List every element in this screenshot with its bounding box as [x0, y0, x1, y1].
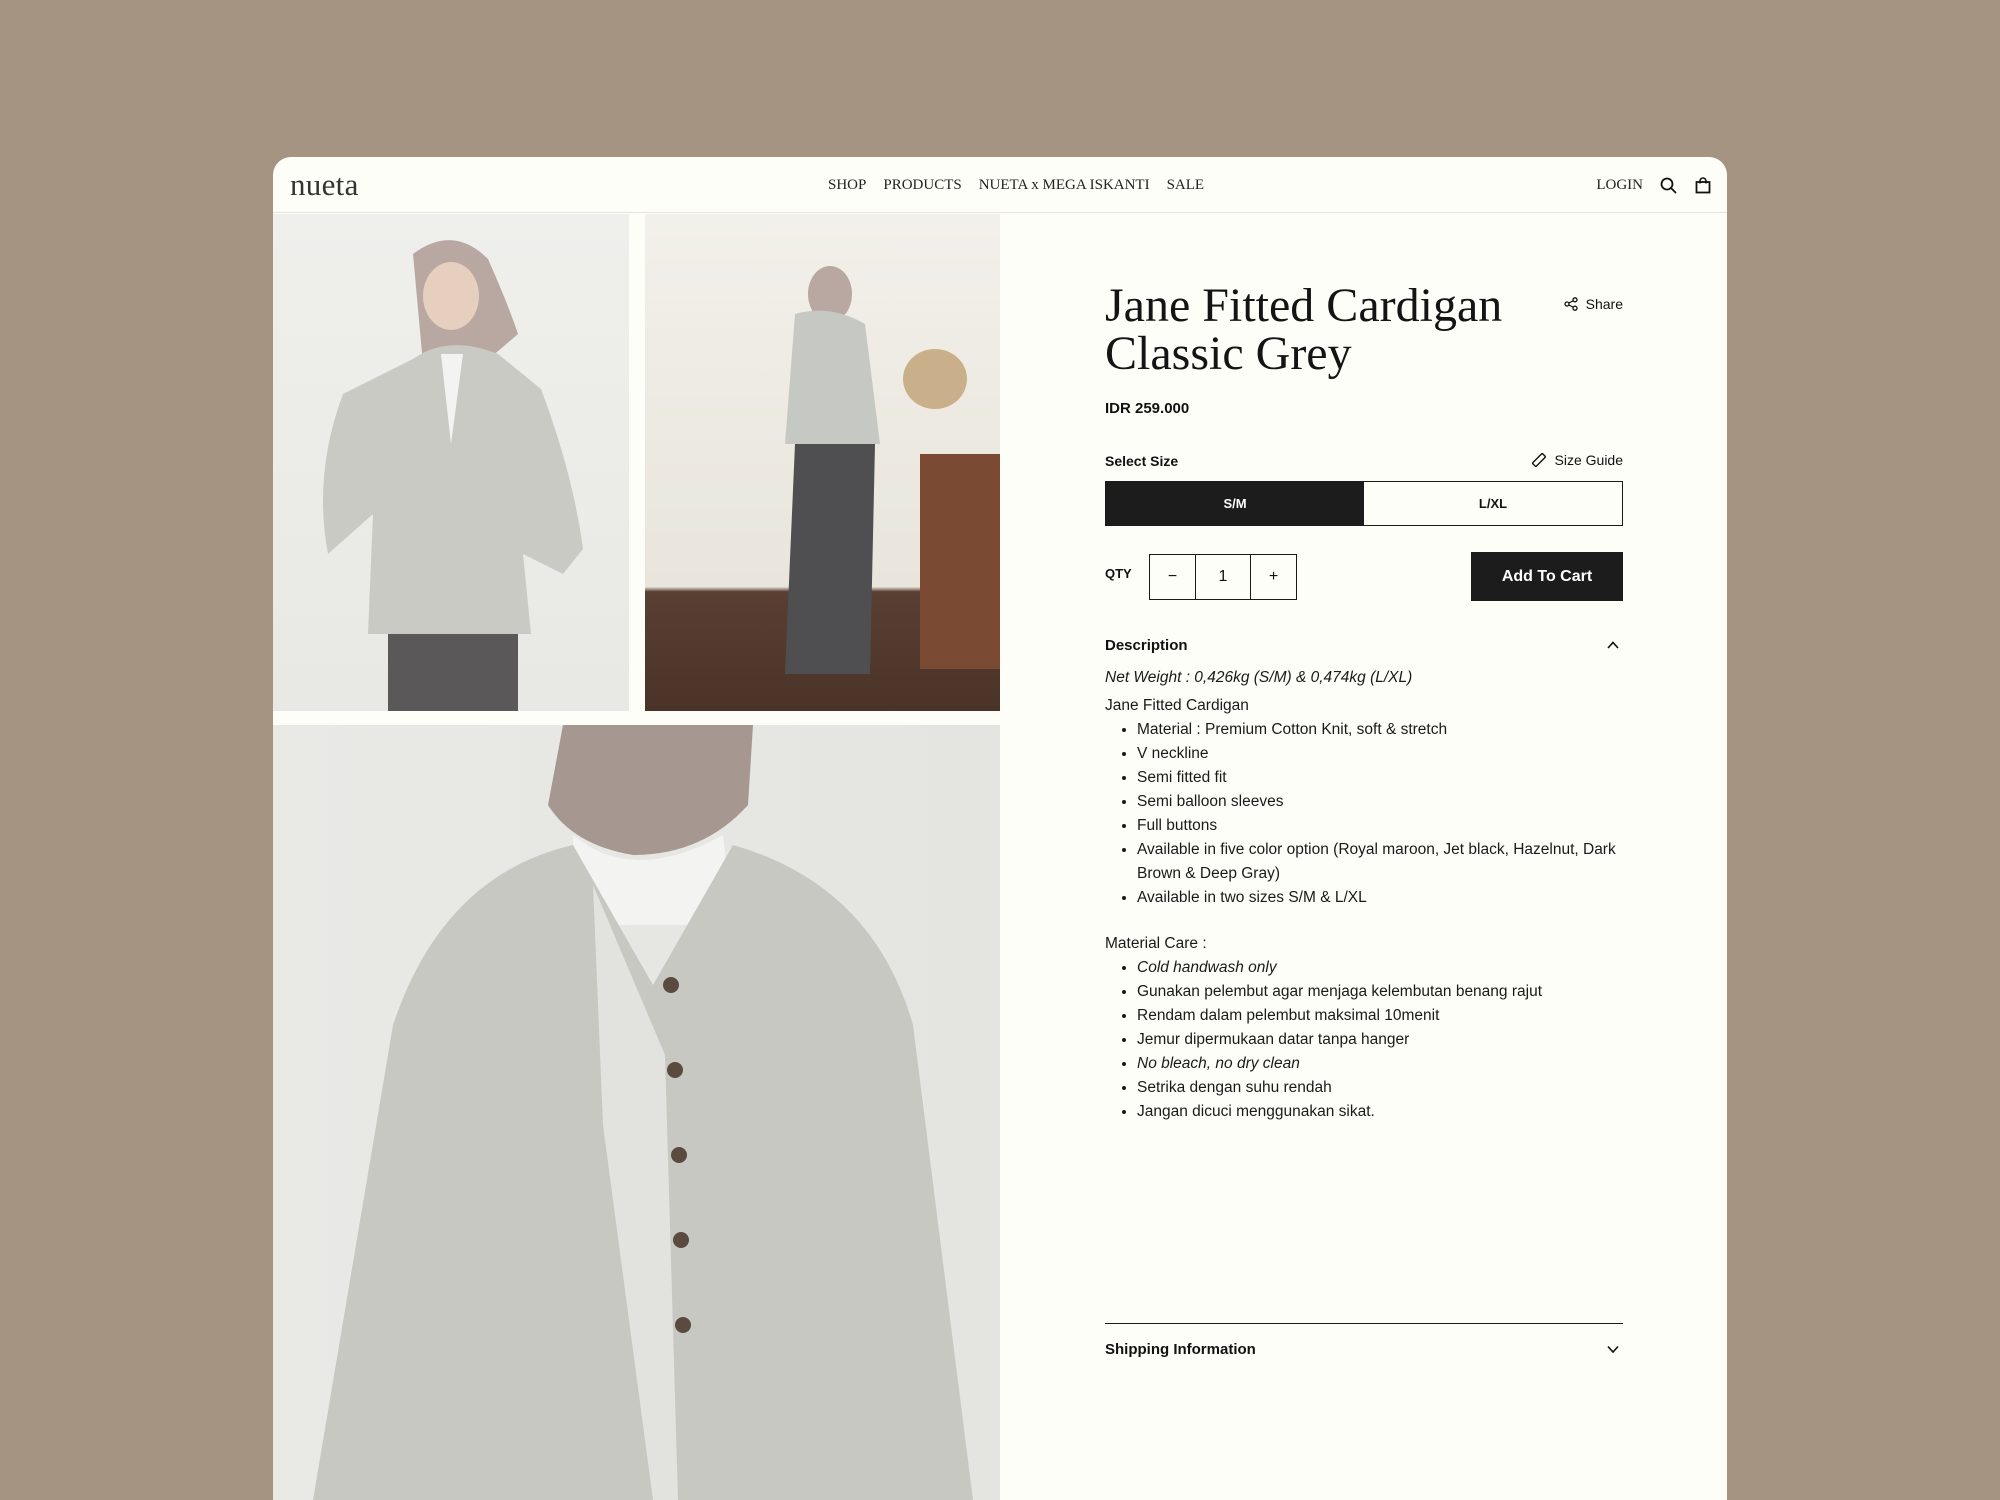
size-option-lxl[interactable]: L/XL — [1364, 482, 1622, 525]
description-heading: Description — [1105, 636, 1188, 654]
material-care-heading: Material Care : — [1105, 935, 1207, 952]
size-option-sm[interactable]: S/M — [1106, 482, 1364, 525]
list-item: Semi fitted fit — [1137, 766, 1623, 790]
login-link[interactable]: LOGIN — [1596, 177, 1643, 194]
qty-label: QTY — [1105, 566, 1132, 581]
net-weight: Net Weight : 0,426kg (S/M) & 0,474kg (L/… — [1105, 669, 1413, 686]
product-photo-fullbody[interactable] — [645, 214, 1000, 711]
product-name-text: Jane Fitted Cardigan — [1105, 697, 1249, 714]
list-item: Setrika dengan suhu rendah — [1137, 1076, 1623, 1100]
qty-decrease-button[interactable]: − — [1150, 555, 1195, 599]
list-item: Semi balloon sleeves — [1137, 790, 1623, 814]
nav-item-products[interactable]: PRODUCTS — [883, 177, 961, 194]
shipping-accordion-header[interactable]: Shipping Information — [1105, 1339, 1623, 1359]
list-item: Material : Premium Cotton Knit, soft & s… — [1137, 718, 1623, 742]
list-item: Available in five color option (Royal ma… — [1137, 838, 1623, 886]
qty-value-field[interactable]: 1 — [1195, 555, 1251, 599]
select-size-label: Select Size — [1105, 453, 1179, 469]
share-button[interactable]: Share — [1561, 294, 1623, 314]
main-nav: SHOP PRODUCTS NUETA x MEGA ISKANTI SALE — [828, 177, 1204, 194]
list-item: Jangan dicuci menggunakan sikat. — [1137, 1100, 1623, 1124]
size-guide-label: Size Guide — [1554, 452, 1623, 468]
product-title: Jane Fitted Cardigan Classic Grey — [1105, 279, 1503, 380]
product-gallery — [273, 214, 1000, 1500]
shipping-heading: Shipping Information — [1105, 1340, 1256, 1358]
ruler-icon — [1529, 450, 1549, 470]
description-accordion-header[interactable]: Description — [1105, 635, 1623, 655]
list-item: Full buttons — [1137, 814, 1623, 838]
list-item: Rendam dalam pelembut maksimal 10menit — [1137, 1004, 1623, 1028]
qty-increase-button[interactable]: + — [1251, 555, 1296, 599]
list-item: V neckline — [1137, 742, 1623, 766]
care-list: Cold handwash only Gunakan pelembut agar… — [1105, 956, 1623, 1124]
product-photo-closeup[interactable] — [273, 725, 1000, 1500]
quantity-stepper: − 1 + — [1149, 554, 1297, 600]
nav-item-collab[interactable]: NUETA x MEGA ISKANTI — [979, 177, 1150, 194]
list-item: Available in two sizes S/M & L/XL — [1137, 886, 1623, 910]
size-guide-link[interactable]: Size Guide — [1529, 450, 1623, 470]
nav-item-shop[interactable]: SHOP — [828, 177, 866, 194]
product-photo-front[interactable] — [273, 214, 629, 711]
list-item: Cold handwash only — [1137, 956, 1623, 980]
site-header: nueta SHOP PRODUCTS NUETA x MEGA ISKANTI… — [273, 157, 1727, 213]
share-label: Share — [1585, 296, 1623, 312]
chevron-up-icon — [1603, 635, 1623, 655]
product-price: IDR 259.000 — [1105, 400, 1190, 417]
brand-logo[interactable]: nueta — [290, 167, 359, 203]
section-divider — [1105, 1323, 1623, 1324]
add-to-cart-button[interactable]: Add To Cart — [1471, 552, 1623, 601]
list-item: Jemur dipermukaan datar tanpa hanger — [1137, 1028, 1623, 1052]
description-content: Net Weight : 0,426kg (S/M) & 0,474kg (L/… — [1105, 666, 1623, 1124]
header-actions: LOGIN — [1596, 175, 1713, 195]
browser-window: nueta SHOP PRODUCTS NUETA x MEGA ISKANTI… — [273, 157, 1727, 1500]
shopping-bag-icon[interactable] — [1693, 175, 1713, 195]
search-icon[interactable] — [1658, 175, 1678, 195]
feature-list: Material : Premium Cotton Knit, soft & s… — [1105, 718, 1623, 910]
list-item: No bleach, no dry clean — [1137, 1052, 1623, 1076]
chevron-down-icon — [1603, 1339, 1623, 1359]
share-icon — [1561, 294, 1581, 314]
list-item: Gunakan pelembut agar menjaga kelembutan… — [1137, 980, 1623, 1004]
size-selector: S/M L/XL — [1105, 481, 1623, 526]
nav-item-sale[interactable]: SALE — [1167, 177, 1205, 194]
